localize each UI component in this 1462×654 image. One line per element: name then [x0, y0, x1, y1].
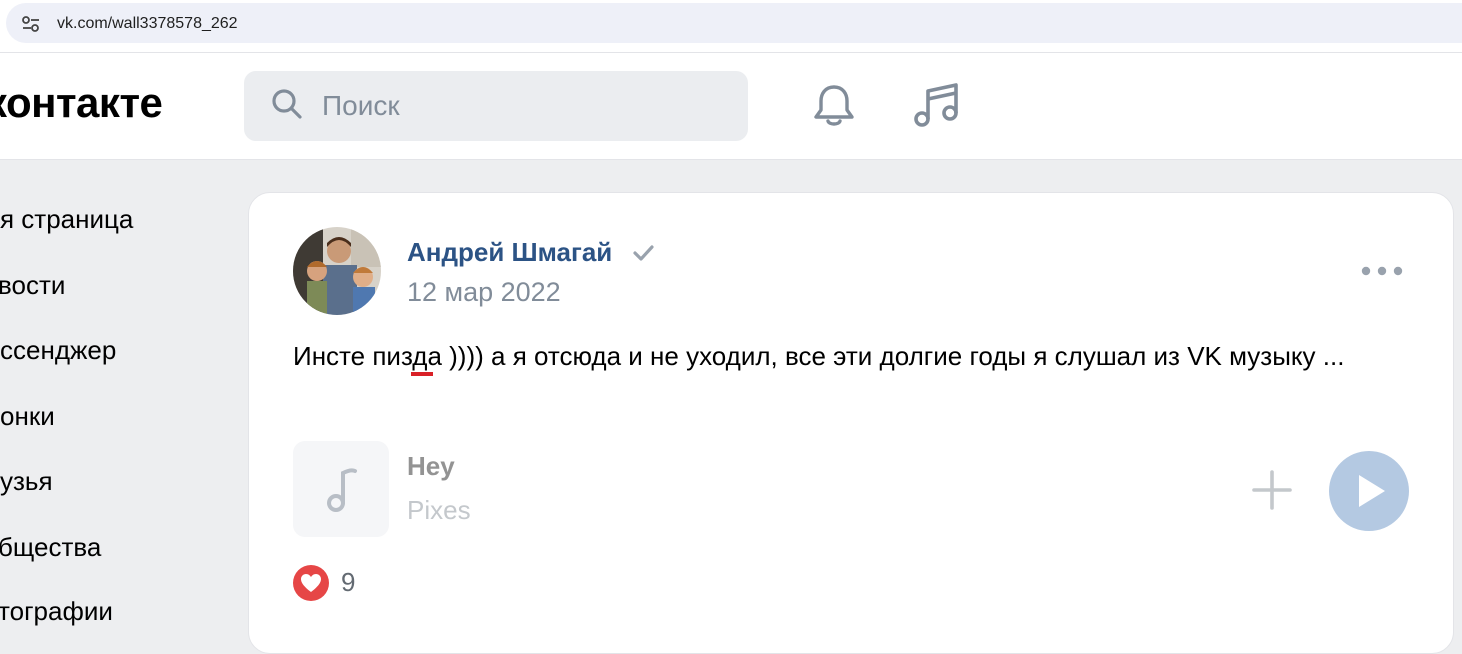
author-avatar[interactable]: [293, 227, 381, 315]
audio-artist[interactable]: Pixes: [407, 495, 471, 526]
post-date[interactable]: 12 мар 2022: [407, 277, 561, 308]
sidebar-item-messenger[interactable]: ссенджер: [0, 335, 116, 366]
sidebar-item-my-page[interactable]: я страница: [0, 204, 133, 235]
music-note-icon: [327, 468, 357, 512]
search-input[interactable]: [322, 87, 722, 125]
like-count: 9: [341, 567, 356, 597]
url-text[interactable]: vk.com/wall3378578_262: [57, 15, 238, 33]
spellcheck-underline: [411, 372, 433, 376]
author-name[interactable]: Андрей Шмагай: [407, 237, 612, 268]
site-settings-icon[interactable]: [20, 13, 42, 35]
heart-icon: [293, 565, 329, 601]
sidebar-item-friends[interactable]: узья: [0, 466, 53, 497]
browser-address-bar: vk.com/wall3378578_262: [0, 0, 1462, 53]
sidebar-item-news[interactable]: вости: [0, 270, 65, 301]
audio-title[interactable]: Hey: [407, 451, 455, 482]
search-box[interactable]: [244, 71, 748, 141]
avatar-photo: [293, 227, 381, 315]
verified-check-icon: [633, 245, 654, 261]
site-logo[interactable]: контакте: [0, 79, 163, 127]
post-text: Инсте пизда )))) а я отсюда и не уходил,…: [293, 341, 1345, 371]
more-options-icon[interactable]: [1359, 259, 1405, 283]
play-button[interactable]: [1329, 451, 1409, 531]
add-audio-plus-icon[interactable]: [1251, 469, 1293, 511]
sidebar-item-communities[interactable]: бщества: [0, 532, 101, 563]
audio-cover[interactable]: [293, 441, 389, 537]
like-button[interactable]: 9: [293, 563, 413, 603]
sidebar-item-photos[interactable]: тографии: [0, 596, 113, 627]
url-field[interactable]: vk.com/wall3378578_262: [6, 3, 1462, 43]
search-icon: [272, 89, 302, 119]
sidebar-item-calls[interactable]: онки: [0, 401, 55, 432]
wall-post: Андрей Шмагай 12 мар 2022 Инсте пизда ))…: [248, 192, 1454, 654]
site-header: контакте: [0, 53, 1462, 160]
notifications-bell-icon[interactable]: [808, 79, 860, 131]
music-icon[interactable]: [910, 79, 964, 131]
play-icon: [1359, 475, 1385, 507]
